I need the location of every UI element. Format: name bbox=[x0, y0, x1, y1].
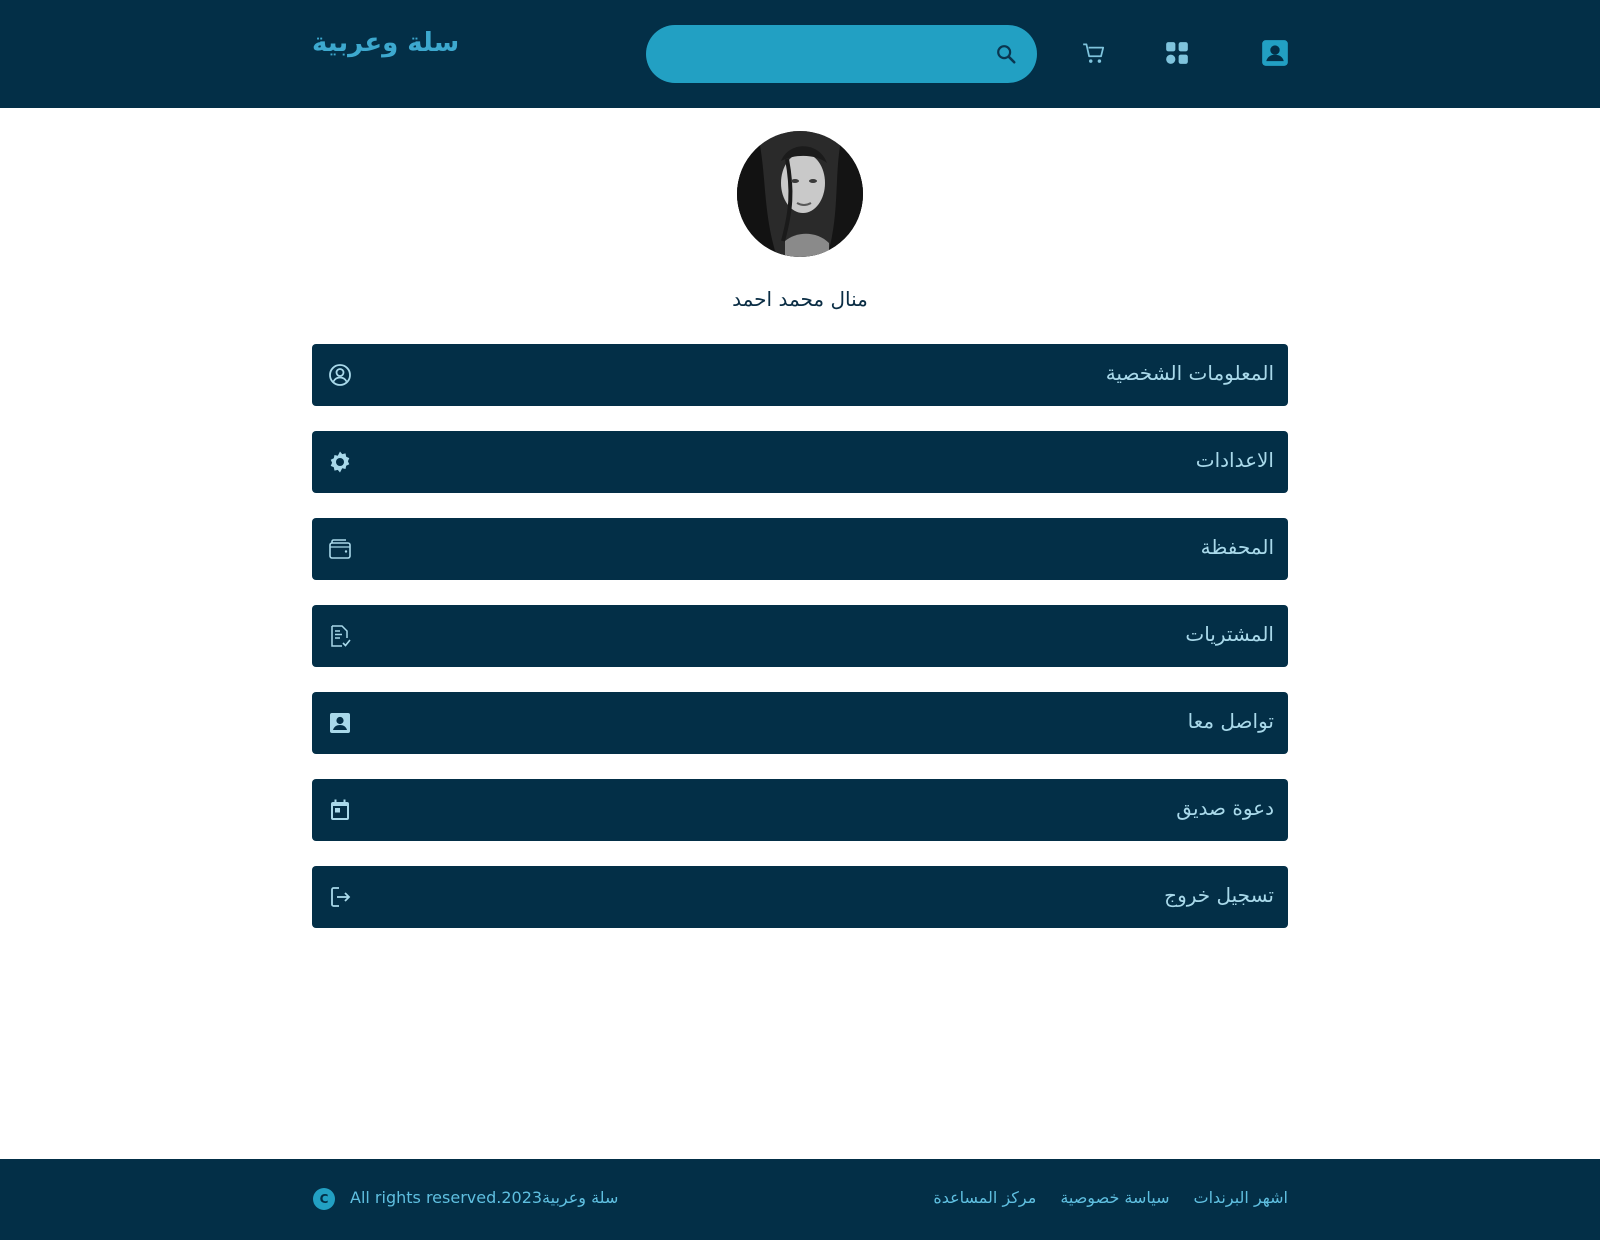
brand-logo[interactable]: سلة وعربية bbox=[312, 28, 459, 58]
footer-link-privacy-policy[interactable]: سياسة خصوصية bbox=[1060, 1188, 1169, 1207]
menu-item-settings[interactable]: الاعدادات bbox=[312, 431, 1288, 493]
avatar[interactable] bbox=[737, 131, 863, 257]
footer-link-help-center[interactable]: مركز المساعدة bbox=[933, 1188, 1036, 1207]
menu-item-label: دعوة صديق bbox=[1176, 796, 1274, 820]
avatar-photo bbox=[737, 131, 863, 257]
copyright-text: All rights reserved.سلة وعربية2023 bbox=[350, 1188, 619, 1207]
search-bar[interactable] bbox=[646, 25, 1037, 83]
top-header: سلة وعربية bbox=[0, 0, 1600, 108]
menu-item-wallet[interactable]: المحفظة bbox=[312, 518, 1288, 580]
menu-item-purchases[interactable]: المشتريات bbox=[312, 605, 1288, 667]
menu-item-contact-us[interactable]: تواصل معا bbox=[312, 692, 1288, 754]
menu-item-label: المحفظة bbox=[1200, 535, 1274, 559]
menu-item-logout[interactable]: تسجيل خروج bbox=[312, 866, 1288, 928]
footer: C All rights reserved.سلة وعربية2023 اشه… bbox=[0, 1159, 1600, 1240]
gear-icon bbox=[330, 451, 350, 473]
menu-item-label: تواصل معا bbox=[1187, 709, 1274, 733]
calendar-icon bbox=[331, 799, 349, 820]
profile-name: منال محمد احمد bbox=[732, 287, 868, 311]
receipt-icon bbox=[331, 625, 351, 647]
cart-icon[interactable] bbox=[1081, 40, 1107, 66]
copyright-icon: C bbox=[313, 1188, 335, 1210]
menu-item-label: الاعدادات bbox=[1195, 448, 1274, 472]
footer-links: اشهر البرندات سياسة خصوصية مركز المساعدة bbox=[933, 1188, 1288, 1207]
menu-item-label: المعلومات الشخصية bbox=[1105, 361, 1274, 385]
user-circle-icon bbox=[329, 364, 351, 386]
logout-icon bbox=[331, 887, 351, 907]
menu-item-personal-info[interactable]: المعلومات الشخصية bbox=[312, 344, 1288, 406]
footer-link-top-brands[interactable]: اشهر البرندات bbox=[1194, 1188, 1288, 1207]
profile-menu: المعلومات الشخصية الاعدادات المحفظة المش… bbox=[312, 344, 1288, 953]
search-icon[interactable] bbox=[995, 43, 1017, 65]
contact-card-icon bbox=[330, 713, 350, 733]
menu-item-label: تسجيل خروج bbox=[1164, 883, 1274, 907]
menu-item-label: المشتريات bbox=[1185, 622, 1274, 646]
menu-item-invite-friend[interactable]: دعوة صديق bbox=[312, 779, 1288, 841]
grid-icon[interactable] bbox=[1164, 40, 1190, 66]
contact-card-icon[interactable] bbox=[1261, 39, 1289, 67]
wallet-icon bbox=[329, 539, 351, 559]
